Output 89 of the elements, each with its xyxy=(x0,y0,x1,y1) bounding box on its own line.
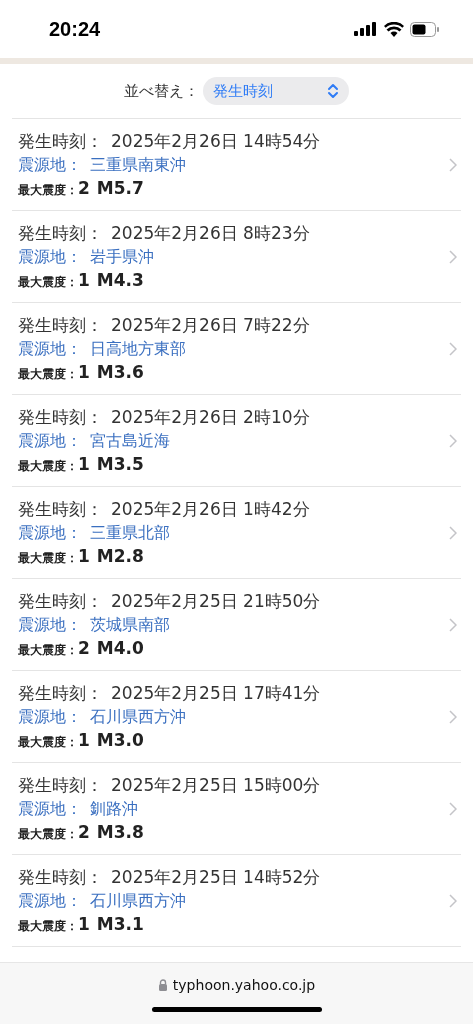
intensity-value: 2 xyxy=(78,638,90,658)
time-value: 2025年2月25日 21時50分 xyxy=(111,591,321,611)
intensity-value: 1 xyxy=(78,546,90,566)
epicenter-label: 震源地： xyxy=(18,615,82,634)
epicenter-value: 石川県西方沖 xyxy=(90,891,186,910)
magnitude-value: M4.0 xyxy=(96,638,144,658)
intensity-label: 最大震度： xyxy=(18,366,78,383)
battery-icon xyxy=(410,21,439,37)
epicenter-label: 震源地： xyxy=(18,155,82,174)
epicenter-label: 震源地： xyxy=(18,523,82,542)
intensity-value: 1 xyxy=(78,914,90,934)
time-value: 2025年2月26日 7時22分 xyxy=(111,315,310,335)
intensity-label: 最大震度： xyxy=(18,458,78,475)
intensity-label: 最大震度： xyxy=(18,550,78,567)
epicenter-value: 石川県西方沖 xyxy=(90,707,186,726)
time-value: 2025年2月25日 17時41分 xyxy=(111,683,321,703)
time-label: 発生時刻： xyxy=(18,315,103,335)
chevron-right-icon xyxy=(449,157,457,172)
time-label: 発生時刻： xyxy=(18,683,103,703)
chevron-updown-icon xyxy=(327,83,339,99)
time-label: 発生時刻： xyxy=(18,407,103,427)
quake-list-item[interactable]: 発生時刻： 2025年2月25日 21時50分 震源地： 茨城県南部 最大震度：2 M4.0 xyxy=(12,579,461,671)
magnitude-value: M2.8 xyxy=(96,546,144,566)
sort-label: 並べ替え： xyxy=(124,81,199,101)
epicenter-value: 宮古島近海 xyxy=(90,431,170,450)
magnitude-value: M3.8 xyxy=(96,822,144,842)
epicenter-value: 釧路沖 xyxy=(90,799,138,818)
time-label: 発生時刻： xyxy=(18,591,103,611)
intensity-label: 最大震度： xyxy=(18,918,78,935)
quake-list-item[interactable]: 発生時刻： 2025年2月26日 8時23分 震源地： 岩手県沖 最大震度：1 M4.3 xyxy=(12,211,461,303)
epicenter-value: 三重県南東沖 xyxy=(90,155,186,174)
epicenter-label: 震源地： xyxy=(18,799,82,818)
magnitude-value: M3.6 xyxy=(96,362,144,382)
address-bar-url[interactable]: typhoon.yahoo.co.jp xyxy=(172,977,316,993)
magnitude-value: M3.0 xyxy=(96,730,144,750)
chevron-right-icon xyxy=(449,341,457,356)
quake-list-item[interactable]: 発生時刻： 2025年2月25日 15時00分 震源地： 釧路沖 最大震度：2 M3.8 xyxy=(12,763,461,855)
time-label: 発生時刻： xyxy=(18,775,103,795)
epicenter-label: 震源地： xyxy=(18,339,82,358)
intensity-label: 最大震度： xyxy=(18,182,78,199)
signal-icon xyxy=(354,22,378,36)
epicenter-value: 日高地方東部 xyxy=(90,339,186,358)
chevron-right-icon xyxy=(449,801,457,816)
chevron-right-icon xyxy=(449,893,457,908)
time-value: 2025年2月25日 15時00分 xyxy=(111,775,321,795)
epicenter-value: 岩手県沖 xyxy=(90,247,154,266)
intensity-value: 1 xyxy=(78,362,90,382)
intensity-value: 2 xyxy=(78,822,90,842)
chevron-right-icon xyxy=(449,617,457,632)
epicenter-label: 震源地： xyxy=(18,247,82,266)
chevron-right-icon xyxy=(449,433,457,448)
magnitude-value: M3.1 xyxy=(96,914,144,934)
time-value: 2025年2月26日 1時42分 xyxy=(111,499,310,519)
status-time: 20:24 xyxy=(49,17,101,41)
quake-list-item[interactable]: 発生時刻： 2025年2月25日 17時41分 震源地： 石川県西方沖 最大震度：1 M3.0 xyxy=(12,671,461,763)
epicenter-label: 震源地： xyxy=(18,707,82,726)
intensity-value: 1 xyxy=(78,270,90,290)
quake-list-item[interactable]: 発生時刻： 2025年2月25日 14時52分 震源地： 石川県西方沖 最大震度：1 M3.1 xyxy=(12,855,461,947)
epicenter-label: 震源地： xyxy=(18,431,82,450)
chevron-right-icon xyxy=(449,249,457,264)
quake-list-item[interactable]: 発生時刻： 2025年2月26日 1時42分 震源地： 三重県北部 最大震度：1 M2.8 xyxy=(12,487,461,579)
time-value: 2025年2月26日 14時54分 xyxy=(111,131,321,151)
epicenter-label: 震源地： xyxy=(18,891,82,910)
magnitude-value: M3.5 xyxy=(96,454,144,474)
time-value: 2025年2月25日 14時52分 xyxy=(111,867,321,887)
magnitude-value: M4.3 xyxy=(96,270,144,290)
intensity-label: 最大震度： xyxy=(18,734,78,751)
time-value: 2025年2月26日 8時23分 xyxy=(111,223,310,243)
lock-icon xyxy=(157,979,168,991)
time-label: 発生時刻： xyxy=(18,867,103,887)
intensity-value: 2 xyxy=(78,178,90,198)
intensity-value: 1 xyxy=(78,730,90,750)
epicenter-value: 三重県北部 xyxy=(90,523,170,542)
chevron-right-icon xyxy=(449,709,457,724)
quake-list-item[interactable]: 発生時刻： 2025年2月26日 7時22分 震源地： 日高地方東部 最大震度：1 M3.6 xyxy=(12,303,461,395)
quake-list-item[interactable]: 発生時刻： 2025年2月26日 2時10分 震源地： 宮古島近海 最大震度：1 M3.5 xyxy=(12,395,461,487)
intensity-label: 最大震度： xyxy=(18,274,78,291)
time-label: 発生時刻： xyxy=(18,223,103,243)
time-label: 発生時刻： xyxy=(18,131,103,151)
time-label: 発生時刻： xyxy=(18,499,103,519)
time-value: 2025年2月26日 2時10分 xyxy=(111,407,310,427)
intensity-label: 最大震度： xyxy=(18,826,78,843)
intensity-value: 1 xyxy=(78,454,90,474)
intensity-label: 最大震度： xyxy=(18,642,78,659)
wifi-icon xyxy=(384,21,404,37)
chevron-right-icon xyxy=(449,525,457,540)
magnitude-value: M5.7 xyxy=(96,178,144,198)
quake-list-item[interactable]: 発生時刻： 2025年2月26日 14時54分 震源地： 三重県南東沖 最大震度：2 M5.7 xyxy=(12,119,461,211)
epicenter-value: 茨城県南部 xyxy=(90,615,170,634)
